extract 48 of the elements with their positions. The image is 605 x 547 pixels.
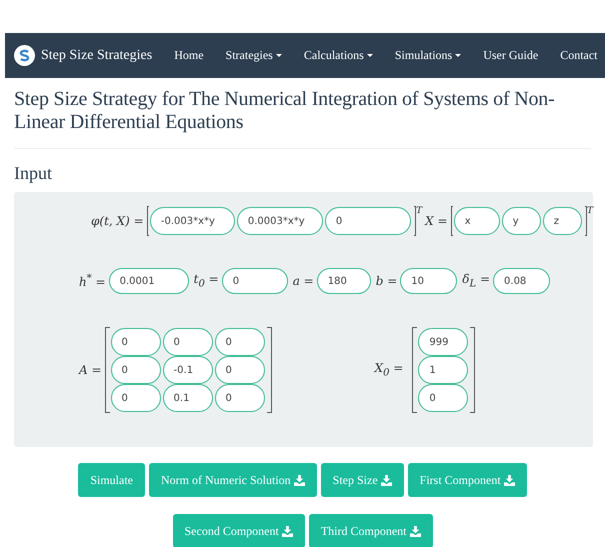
left-bracket <box>146 206 149 236</box>
input-field[interactable]: -0.003*x*y <box>150 207 235 235</box>
right-bracket <box>584 206 587 236</box>
input-field[interactable]: 0.0001 <box>108 268 189 294</box>
matrix-cell[interactable]: 0 <box>110 384 161 412</box>
page-title: Step Size Strategy for The Numerical Integration of Systems of Non-Linear Differential Equations <box>14 88 591 149</box>
x-label: X = <box>425 214 448 228</box>
brand-link[interactable]: Step Size Strategies <box>41 48 152 64</box>
section-title: Input <box>14 163 53 184</box>
input-field[interactable]: 0 <box>222 268 288 294</box>
vector-cell[interactable]: 0 <box>418 384 468 412</box>
transpose-label: T <box>416 206 422 216</box>
parameter-label: δ$_{L}$ = <box>462 272 490 290</box>
matrix-cell[interactable]: 0.1 <box>162 384 213 412</box>
parameter-label: t$_{0}$ = <box>194 272 219 290</box>
matrix-cell[interactable]: 0 <box>110 356 161 384</box>
matrix-cell[interactable]: 0 <box>214 384 265 412</box>
parameter-label: h$^{*}$ = <box>79 273 106 289</box>
matrix-cell[interactable]: 0 <box>214 356 265 384</box>
logo-icon <box>14 45 35 66</box>
parameter-label: a = <box>292 274 314 288</box>
transpose-label: T <box>586 206 593 216</box>
nav-link[interactable]: Home <box>174 48 204 63</box>
phi-label: φ(t, X) = <box>91 214 144 228</box>
matrix-cell[interactable]: 0 <box>162 328 213 356</box>
nav-link[interactable]: Contact <box>560 48 598 63</box>
input-field[interactable]: 0 <box>324 207 411 235</box>
matrix-label: A = <box>79 363 102 377</box>
vector-cell[interactable]: 999 <box>418 328 468 356</box>
nav-link[interactable]: Calculations <box>304 48 373 63</box>
input-field[interactable]: 0.08 <box>493 268 550 294</box>
vector-cell[interactable]: 1 <box>418 356 468 384</box>
matrix-cell[interactable]: 0 <box>110 328 161 356</box>
input-field[interactable]: 0.0003*x*y <box>236 207 323 235</box>
nav-link[interactable]: User Guide <box>483 48 538 63</box>
input-field[interactable]: y <box>502 207 541 235</box>
vector-label: X$_{0}$ = <box>374 361 404 379</box>
input-field[interactable]: 10 <box>400 268 458 294</box>
nav-link[interactable]: Strategies <box>226 48 282 63</box>
input-field[interactable]: z <box>542 207 582 235</box>
right-bracket <box>414 206 416 236</box>
matrix-cell[interactable]: 0 <box>214 328 265 356</box>
input-field[interactable]: x <box>454 207 500 235</box>
left-bracket <box>450 206 453 236</box>
parameter-label: b = <box>376 274 398 288</box>
matrix-cell[interactable]: -0.1 <box>162 356 213 384</box>
nav-link[interactable]: Simulations <box>394 48 462 63</box>
input-field[interactable]: 180 <box>316 268 371 294</box>
